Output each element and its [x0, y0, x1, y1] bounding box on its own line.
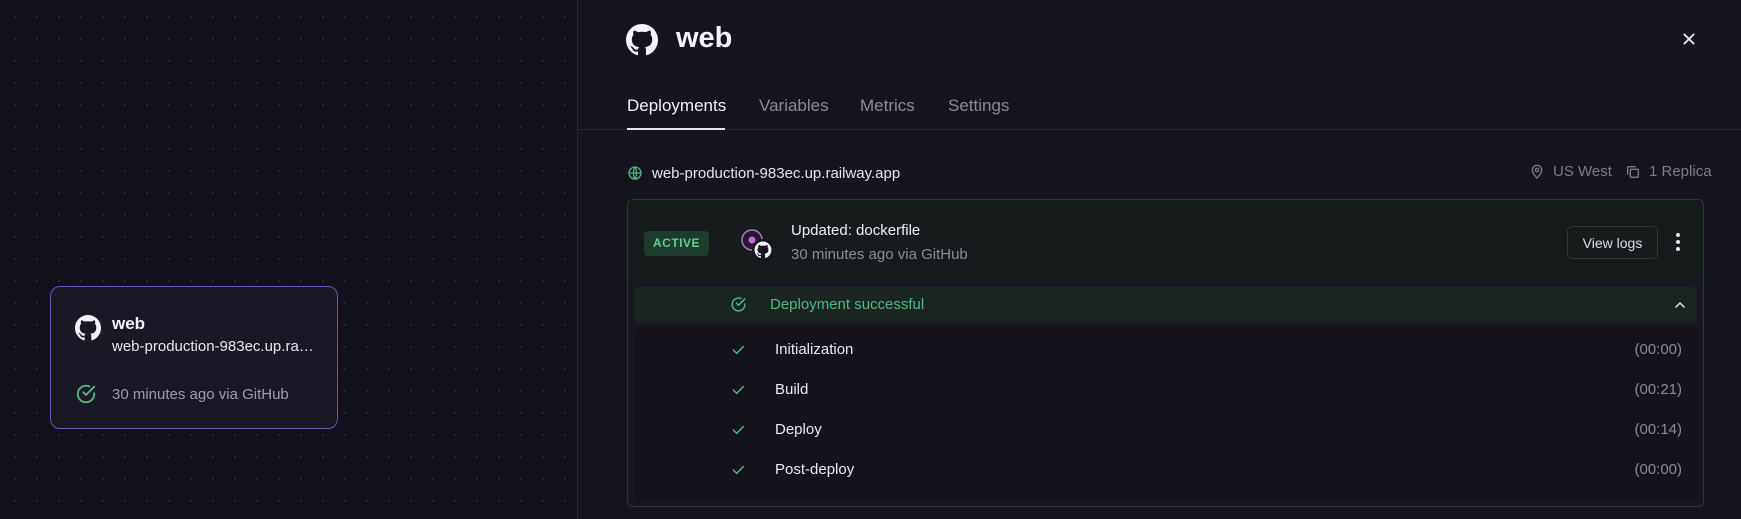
tab-bar: Deployments Variables Metrics Settings: [578, 88, 1741, 130]
deployment-steps: Initialization (00:00) Build (00:21) Dep…: [634, 327, 1697, 502]
check-circle-icon: [731, 297, 746, 312]
step-duration: (00:14): [1634, 421, 1682, 438]
deployment-status-label: Deployment successful: [770, 296, 925, 313]
domain-link[interactable]: web-production-983ec.up.railway.app: [652, 165, 900, 182]
map-pin-icon: [1531, 164, 1543, 179]
chevron-up-icon[interactable]: [1672, 297, 1688, 313]
service-name: web: [112, 314, 146, 333]
status-badge: ACTIVE: [644, 231, 710, 256]
project-canvas[interactable]: web web-production-983ec.up.railway.app …: [0, 0, 577, 519]
step-duration: (00:00): [1634, 341, 1682, 358]
commit-meta: 30 minutes ago via GitHub: [791, 246, 968, 263]
tab-variables[interactable]: Variables: [759, 96, 829, 116]
domain-row: web-production-983ec.up.railway.app: [627, 163, 900, 183]
more-options-icon[interactable]: [1668, 230, 1688, 254]
step-row: Initialization (00:00): [634, 335, 1697, 365]
step-duration: (00:21): [1634, 381, 1682, 398]
deployment-header[interactable]: ACTIVE Updated: dockerfile 30 minutes ag…: [628, 200, 1703, 280]
close-icon[interactable]: [1678, 28, 1700, 50]
step-name: Post-deploy: [775, 461, 855, 478]
view-logs-button[interactable]: View logs: [1567, 226, 1658, 259]
deployment-card: ACTIVE Updated: dockerfile 30 minutes ag…: [627, 199, 1704, 507]
tab-metrics[interactable]: Metrics: [860, 96, 915, 116]
tab-deployments[interactable]: Deployments: [627, 96, 726, 116]
github-icon: [75, 315, 101, 341]
github-icon: [626, 24, 658, 56]
deployment-status-bar[interactable]: Deployment successful: [634, 287, 1697, 323]
check-circle-icon: [76, 384, 96, 404]
region-label: US West: [1553, 163, 1612, 180]
step-duration: (00:00): [1634, 461, 1682, 478]
replica-info: 1 Replica: [1625, 163, 1712, 180]
service-card-web[interactable]: web web-production-983ec.up.railway.app …: [50, 286, 338, 429]
service-url: web-production-983ec.up.railway.app: [112, 338, 317, 355]
step-name: Initialization: [775, 341, 854, 358]
globe-icon: [628, 166, 642, 180]
active-tab-indicator: [627, 128, 725, 130]
step-row: Post-deploy (00:00): [634, 455, 1697, 485]
commit-message: Updated: dockerfile: [791, 222, 921, 239]
tab-settings[interactable]: Settings: [948, 96, 1009, 116]
check-icon: [732, 385, 745, 395]
panel-title: web: [676, 22, 733, 54]
step-row: Build (00:21): [634, 375, 1697, 405]
step-name: Build: [775, 381, 809, 398]
check-icon: [732, 345, 745, 355]
replica-label: 1 Replica: [1649, 163, 1712, 180]
check-icon: [732, 465, 745, 475]
service-status: 30 minutes ago via GitHub: [112, 386, 289, 403]
copy-icon: [1627, 165, 1639, 178]
service-panel: web Deployments Variables Metrics Settin…: [577, 0, 1741, 519]
step-row: Deploy (00:14): [634, 415, 1697, 445]
deployer-avatar: [739, 226, 779, 266]
check-icon: [732, 425, 745, 435]
region-info: US West: [1529, 163, 1612, 180]
step-name: Deploy: [775, 421, 822, 438]
